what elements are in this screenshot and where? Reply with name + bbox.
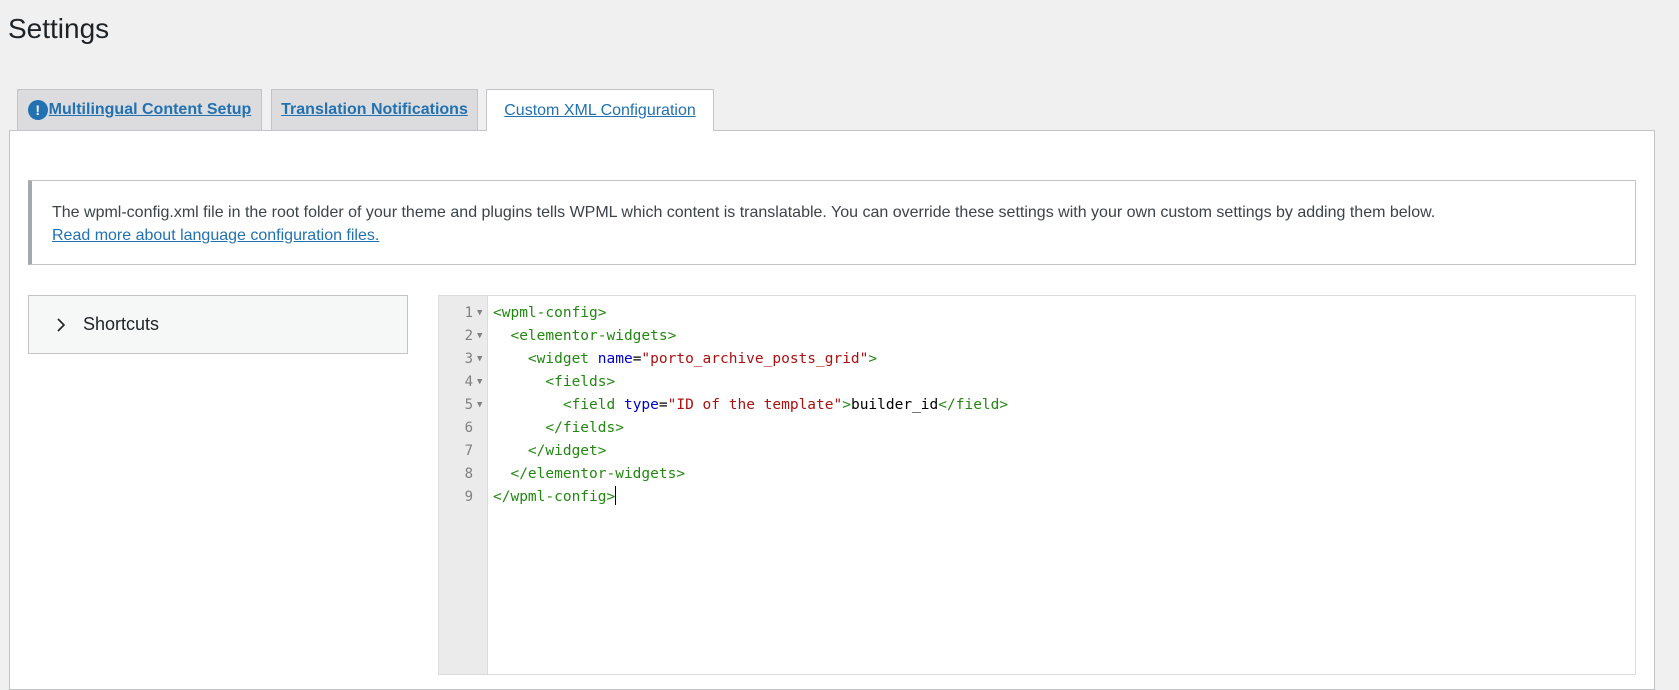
code-line: </wpml-config> bbox=[493, 486, 617, 509]
code-line: <field type="ID of the template">builder… bbox=[562, 397, 1009, 413]
xml-tag: <field bbox=[562, 397, 616, 413]
line-number: 9 bbox=[464, 489, 473, 505]
code-line: <fields> bbox=[493, 371, 615, 394]
fold-arrow-icon[interactable]: ▼ bbox=[477, 394, 485, 417]
xml-tag: <wpml-config> bbox=[493, 305, 607, 321]
xml-attribute: type bbox=[623, 397, 659, 413]
xml-string: "porto_archive_posts_grid" bbox=[641, 351, 869, 367]
notice-text: The wpml-config.xml file in the root fol… bbox=[52, 204, 1436, 221]
tab-translation-notifications[interactable]: Translation Notifications bbox=[271, 89, 478, 130]
xml-tag: </elementor-widgets> bbox=[510, 466, 686, 482]
code-line: <wpml-config> bbox=[493, 302, 607, 325]
tab-multilingual-content-setup[interactable]: ! Multilingual Content Setup bbox=[17, 89, 262, 130]
chevron-right-icon bbox=[57, 317, 66, 332]
line-number: 7 bbox=[464, 443, 473, 459]
page-title: Settings bbox=[8, 13, 110, 44]
fold-arrow-icon[interactable]: ▼ bbox=[477, 325, 485, 348]
line-number: 5 bbox=[464, 397, 473, 413]
xml-code-editor[interactable]: 1 ▼ 2 ▼ 3 ▼ 4 ▼ 5 ▼ 6 7 8 9 <wpml-config… bbox=[438, 295, 1636, 675]
line-number: 1 bbox=[464, 305, 473, 321]
xml-tag: <fields> bbox=[545, 374, 616, 390]
line-number: 3 bbox=[464, 351, 473, 367]
xml-tag: </fields> bbox=[545, 420, 624, 436]
tab-label: Translation Notifications bbox=[281, 101, 468, 118]
xml-tag: </wpml-config> bbox=[493, 489, 616, 505]
code-line: </widget> bbox=[493, 440, 607, 463]
shortcuts-toggle[interactable]: Shortcuts bbox=[28, 295, 408, 354]
xml-tag: </widget> bbox=[527, 443, 607, 459]
warning-icon: ! bbox=[27, 100, 48, 120]
shortcuts-label: Shortcuts bbox=[83, 314, 160, 334]
fold-arrow-icon[interactable]: ▼ bbox=[477, 302, 485, 325]
language-config-link[interactable]: Read more about language configuration f… bbox=[52, 227, 379, 244]
line-number: 2 bbox=[464, 328, 473, 344]
tab-custom-xml-configuration[interactable]: Custom XML Configuration bbox=[486, 89, 714, 131]
line-number: 6 bbox=[464, 420, 473, 436]
code-line: <elementor-widgets> bbox=[493, 325, 676, 348]
xml-text: builder_id bbox=[850, 397, 939, 413]
xml-attribute: name bbox=[597, 351, 633, 367]
code-line: </fields> bbox=[493, 417, 624, 440]
xml-tag: <widget bbox=[527, 351, 590, 367]
code-line: <widget name="porto_archive_posts_grid"> bbox=[527, 351, 878, 367]
text-cursor bbox=[615, 486, 617, 505]
tab-label: Multilingual Content Setup bbox=[48, 101, 252, 118]
xml-string: "ID of the template" bbox=[667, 397, 843, 413]
line-number: 4 bbox=[464, 374, 473, 390]
info-notice: The wpml-config.xml file in the root fol… bbox=[28, 180, 1636, 265]
line-number-gutter: 1 ▼ 2 ▼ 3 ▼ 4 ▼ 5 ▼ 6 7 8 9 bbox=[439, 296, 488, 674]
xml-tag: <elementor-widgets> bbox=[510, 328, 677, 344]
code-line: </elementor-widgets> bbox=[493, 463, 685, 486]
line-number: 8 bbox=[464, 466, 473, 482]
tab-label: Custom XML Configuration bbox=[504, 101, 696, 119]
fold-arrow-icon[interactable]: ▼ bbox=[477, 371, 485, 394]
fold-arrow-icon[interactable]: ▼ bbox=[477, 348, 485, 371]
